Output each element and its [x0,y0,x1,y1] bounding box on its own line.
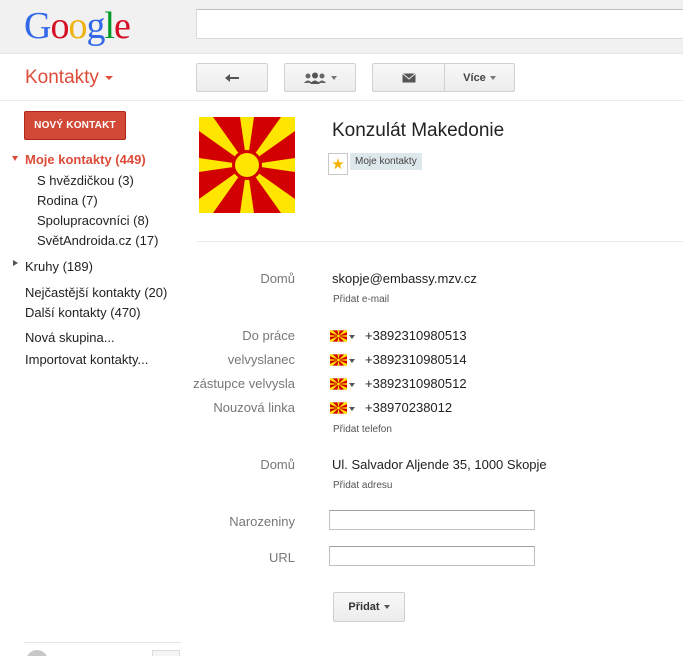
sidebar-item-svetandroida[interactable]: SvětAndroida.cz (17) [37,233,158,248]
sidebar-item-family[interactable]: Rodina (7) [37,193,98,208]
avatar[interactable] [26,650,48,656]
toolbar: Kontakty Více [0,55,683,101]
logo-letter: G [24,5,51,47]
envelope-icon [401,72,416,82]
country-flag-icon[interactable] [330,378,347,390]
expand-arrow-icon[interactable] [12,156,18,161]
chevron-down-icon[interactable] [349,335,355,339]
top-bar: Google [0,0,683,54]
circles-button[interactable] [284,63,356,92]
contact-name: Konzulát Makedonie [332,120,505,141]
url-field[interactable] [329,546,535,566]
import-contacts-link[interactable]: Importovat kontakty... [25,352,148,367]
new-contact-button[interactable]: NOVÝ KONTAKT [24,111,126,140]
contact-photo[interactable] [199,117,295,213]
chevron-down-icon[interactable] [349,407,355,411]
sidebar-item-coworkers[interactable]: Spolupracovníci (8) [37,213,149,228]
chevron-down-icon [104,75,113,80]
sidebar-item-circles[interactable]: Kruhy (189) [25,259,93,274]
address-value[interactable]: Ul. Salvador Aljende 35, 1000 Skopje [332,457,547,472]
search-input[interactable] [196,9,683,39]
add-field-label: Přidat [348,601,380,613]
macedonia-flag-icon [199,117,295,213]
phone-value[interactable]: +3892310980514 [365,352,467,367]
phone-type-label: Nouzová linka [213,400,295,415]
app-title-label: Kontakty [25,67,99,88]
sidebar-item-my-contacts[interactable]: Moje kontakty (449) [25,152,146,167]
chat-button[interactable] [152,650,180,656]
divider [197,241,683,242]
sidebar: NOVÝ KONTAKT Moje kontakty (449) S hvězd… [0,102,190,656]
country-flag-icon[interactable] [330,330,347,342]
phone-type-label: Do práce [242,328,295,343]
logo-letter: e [114,5,131,47]
chevron-down-icon [331,75,337,80]
country-flag-icon[interactable] [330,402,347,414]
add-field-button[interactable]: Přidat [333,592,405,622]
star-icon[interactable]: ★ [328,153,348,175]
address-type-label: Domů [260,457,295,472]
google-logo[interactable]: Google [24,5,131,47]
url-label: URL [268,550,295,565]
add-email-link[interactable]: Přidat e-mail [333,294,389,305]
more-button[interactable]: Více [444,63,515,92]
chevron-down-icon[interactable] [349,359,355,363]
chevron-down-icon[interactable] [349,383,355,387]
phone-value[interactable]: +38970238012 [365,400,452,415]
sidebar-item-starred[interactable]: S hvězdičkou (3) [37,173,134,188]
logo-letter: o [68,5,87,47]
phone-value[interactable]: +3892310980512 [365,376,467,391]
logo-letter: g [86,5,105,47]
chevron-down-icon [383,605,390,609]
add-phone-link[interactable]: Přidat telefon [333,424,392,435]
new-group-link[interactable]: Nová skupina... [25,330,115,345]
sidebar-item-frequent[interactable]: Nejčastější kontakty (20) [25,285,167,300]
more-label: Více [463,71,486,84]
phone-type-label: zástupce velvysla [193,376,295,391]
phone-type-label: velvyslanec [227,352,295,367]
flag-sun [235,153,259,177]
logo-letter: o [50,5,69,47]
back-button[interactable] [196,63,268,92]
email-type-label: Domů [260,271,295,286]
group-tag[interactable]: Moje kontakty [350,153,422,170]
add-address-link[interactable]: Přidat adresu [333,480,392,491]
back-arrow-icon [225,73,239,82]
logo-letter: l [104,5,115,47]
divider [24,642,181,643]
country-flag-icon[interactable] [330,354,347,366]
expand-arrow-icon[interactable] [13,260,18,266]
app-switcher[interactable]: Kontakty [25,67,113,89]
sidebar-item-other[interactable]: Další kontakty (470) [25,305,141,320]
chevron-down-icon [489,75,496,80]
birthday-label: Narozeniny [229,514,295,529]
email-button[interactable] [372,63,444,92]
birthday-field[interactable] [329,510,535,530]
people-icon [304,72,326,84]
phone-value[interactable]: +3892310980513 [365,328,467,343]
email-value[interactable]: skopje@embassy.mzv.cz [332,271,477,286]
